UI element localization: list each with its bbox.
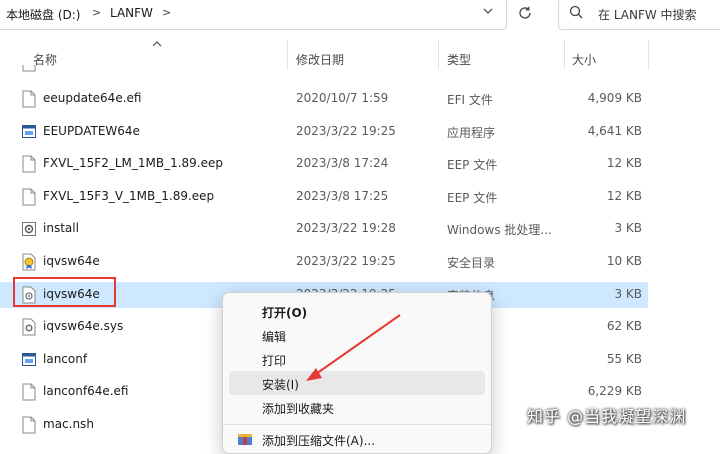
file-name: FXVL_15F3_V_1MB_1.89.eep bbox=[43, 189, 215, 203]
menu-item-add-archive[interactable]: 添加到压缩文件(A)... bbox=[229, 427, 485, 451]
column-divider[interactable] bbox=[287, 40, 288, 70]
breadcrumb-separator[interactable]: > bbox=[162, 6, 171, 19]
column-divider[interactable] bbox=[648, 40, 649, 70]
file-row[interactable]: EEUPDATEW64e 2023/3/22 19:25 应用程序 4,641 KB bbox=[0, 119, 648, 145]
file-name: iqvsw64e.sys bbox=[43, 319, 124, 333]
batch-icon bbox=[22, 220, 36, 238]
file-name: mac.nsh bbox=[43, 417, 94, 431]
menu-item-label: 添加到收藏夹 bbox=[262, 402, 335, 416]
file-size: 3 KB bbox=[614, 221, 642, 235]
file-row[interactable]: FXVL_15F2_LM_1MB_1.89.eep 2023/3/8 17:24 E… bbox=[0, 151, 648, 177]
menu-item-open[interactable]: 打开(O) bbox=[229, 299, 485, 323]
file-date: 2023/3/22 19:25 bbox=[296, 124, 396, 138]
file-date: 2023/3/8 17:25 bbox=[296, 189, 389, 203]
file-name: lanconf bbox=[43, 352, 88, 366]
archive-icon bbox=[237, 431, 253, 447]
column-divider[interactable] bbox=[564, 40, 565, 70]
file-size: 6,229 KB bbox=[587, 384, 642, 398]
menu-separator bbox=[223, 424, 491, 425]
catalog-icon bbox=[22, 253, 36, 271]
file-date: 2020/10/7 1:59 bbox=[296, 91, 389, 105]
file-size: 10 KB bbox=[606, 254, 642, 268]
menu-item-add-favorites[interactable]: 添加到收藏夹 bbox=[229, 395, 485, 419]
file-size: 4,909 KB bbox=[587, 91, 642, 105]
annotation-highlight-box bbox=[13, 277, 116, 307]
app-icon bbox=[22, 123, 36, 141]
file-row[interactable]: eeupdate64e.efi 2020/10/7 1:59 EFI 文件 4,909… bbox=[0, 86, 648, 112]
chevron-down-icon[interactable] bbox=[482, 5, 494, 20]
file-size: 3 KB bbox=[614, 287, 642, 301]
file-date: 2023/3/22 19:28 bbox=[296, 221, 396, 235]
search-placeholder: 在 LANFW 中搜索 bbox=[598, 8, 697, 22]
file-row[interactable]: FXVL_15F3_V_1MB_1.89.eep 2023/3/8 17:25 EE… bbox=[0, 184, 648, 210]
file-size: 55 KB bbox=[606, 352, 642, 366]
file-name: EEUPDATEW64e bbox=[43, 124, 140, 138]
file-type: EFI 文件 bbox=[447, 93, 493, 107]
menu-item-label: 安装(I) bbox=[262, 378, 299, 392]
watermark: 知乎 @当我凝望深渊 bbox=[527, 407, 687, 426]
address-bar[interactable]: 本地磁盘 (D:) > LANFW > 在 LANFW 中搜索 bbox=[0, 0, 720, 30]
file-type: EEP 文件 bbox=[447, 191, 498, 205]
menu-item-label: 打开(O) bbox=[262, 306, 308, 320]
file-type: 安全目录 bbox=[447, 256, 496, 270]
menu-item-label: 编辑 bbox=[262, 330, 287, 344]
column-date[interactable]: 修改日期 bbox=[296, 51, 344, 68]
file-size: 12 KB bbox=[606, 156, 642, 170]
file-type: Windows 批处理... bbox=[447, 223, 552, 237]
file-icon bbox=[22, 383, 36, 401]
file-row[interactable]: iqvsw64e 2023/3/22 19:25 安全目录 10 KB bbox=[0, 249, 648, 275]
sort-caret-icon bbox=[152, 40, 162, 51]
menu-item-print[interactable]: 打印 bbox=[229, 347, 485, 371]
file-name: iqvsw64e bbox=[43, 254, 100, 268]
menu-item-label: 添加到压缩文件(A)... bbox=[262, 434, 376, 448]
partial-file-icon bbox=[22, 64, 36, 74]
file-type: EEP 文件 bbox=[447, 158, 498, 172]
file-row[interactable]: install 2023/3/22 19:28 Windows 批处理... 3 KB bbox=[0, 216, 648, 242]
breadcrumb-folder[interactable]: LANFW bbox=[110, 6, 153, 20]
file-date: 2023/3/22 19:25 bbox=[296, 254, 396, 268]
breadcrumb-separator[interactable]: > bbox=[92, 6, 101, 19]
refresh-icon[interactable] bbox=[512, 1, 538, 25]
file-icon bbox=[22, 416, 36, 434]
menu-item-install[interactable]: 安装(I) bbox=[229, 371, 485, 395]
file-name: FXVL_15F2_LM_1MB_1.89.eep bbox=[43, 156, 223, 170]
file-icon bbox=[22, 155, 36, 173]
file-icon bbox=[22, 90, 36, 108]
column-size[interactable]: 大小 bbox=[572, 51, 596, 68]
file-name: eeupdate64e.efi bbox=[43, 91, 142, 105]
file-icon bbox=[22, 188, 36, 206]
menu-item-edit[interactable]: 编辑 bbox=[229, 323, 485, 347]
app-icon bbox=[22, 351, 36, 369]
search-icon bbox=[568, 4, 584, 20]
file-date: 2023/3/8 17:24 bbox=[296, 156, 389, 170]
breadcrumb-drive[interactable]: 本地磁盘 (D:) bbox=[6, 6, 80, 23]
file-size: 4,641 KB bbox=[587, 124, 642, 138]
file-type: 应用程序 bbox=[447, 126, 496, 140]
file-name: lanconf64e.efi bbox=[43, 384, 129, 398]
sys-file-icon bbox=[22, 318, 36, 336]
file-size: 62 KB bbox=[606, 319, 642, 333]
column-name[interactable]: 名称 bbox=[33, 51, 57, 68]
column-divider[interactable] bbox=[438, 40, 439, 70]
menu-item-label: 打印 bbox=[262, 354, 287, 368]
column-header: 名称 修改日期 类型 大小 bbox=[0, 40, 720, 70]
file-name: install bbox=[43, 221, 79, 235]
context-menu: 打开(O) 编辑 打印 安装(I) 添加到收藏夹 添加到压缩文件(A)... bbox=[222, 292, 492, 454]
column-type[interactable]: 类型 bbox=[447, 51, 471, 68]
file-size: 12 KB bbox=[606, 189, 642, 203]
